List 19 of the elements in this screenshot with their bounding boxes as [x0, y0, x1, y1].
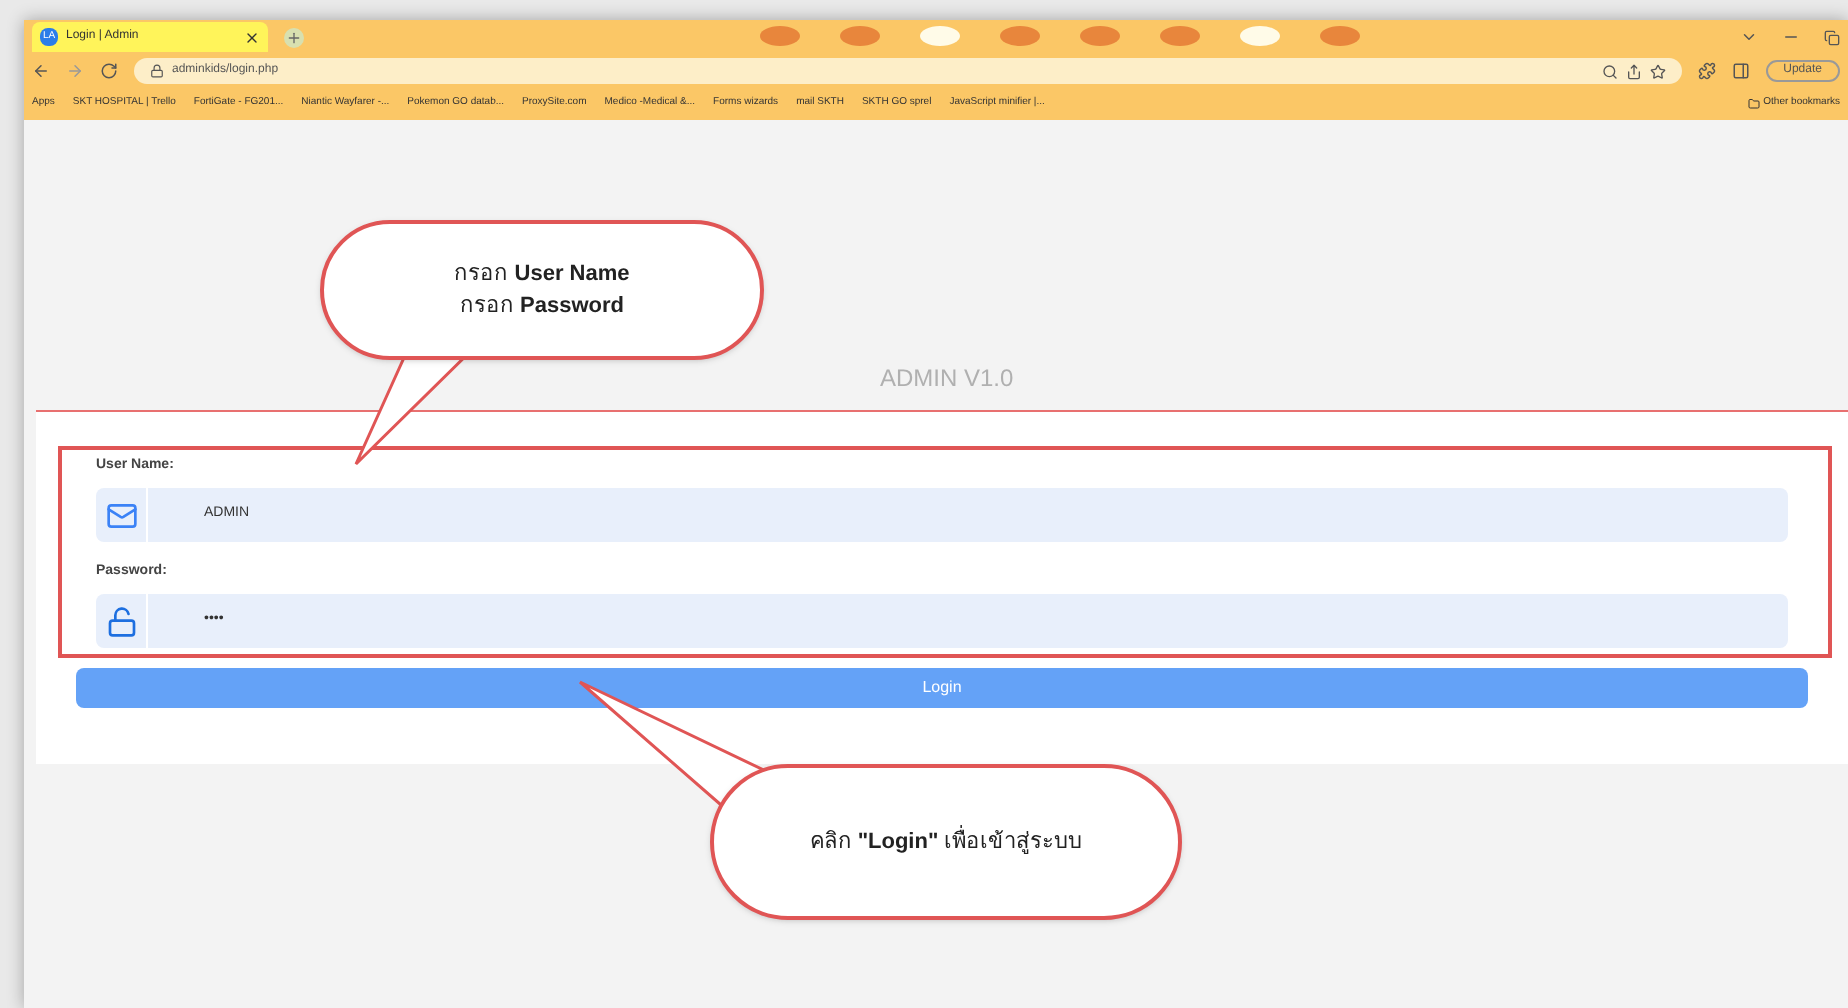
star-icon[interactable]: [1649, 63, 1666, 79]
padlock-icon: [150, 64, 164, 78]
chevron-down-icon[interactable]: [1740, 28, 1758, 46]
callout-text: กรอก Password: [459, 292, 625, 322]
side-panel-icon[interactable]: [1731, 62, 1750, 80]
callout-text: คลิก "Login" เพื่อเข้าสู่ระบบ: [809, 826, 1083, 858]
callout-text: กรอก User Name: [454, 260, 630, 290]
new-tab-icon[interactable]: [284, 27, 304, 47]
share-icon[interactable]: [1625, 63, 1642, 79]
reload-icon[interactable]: [100, 62, 118, 80]
unlocked-padlock-icon: [105, 605, 137, 637]
back-arrow-icon[interactable]: [32, 62, 50, 80]
envelope-icon: [105, 499, 137, 531]
page-heading: ADMIN V1.0: [880, 364, 1016, 392]
folder-icon: [1747, 98, 1760, 110]
zoom-icon[interactable]: [1601, 63, 1618, 79]
puzzle-icon[interactable]: [1697, 62, 1716, 80]
close-icon[interactable]: [244, 29, 260, 45]
restore-icon[interactable]: [1824, 29, 1840, 45]
